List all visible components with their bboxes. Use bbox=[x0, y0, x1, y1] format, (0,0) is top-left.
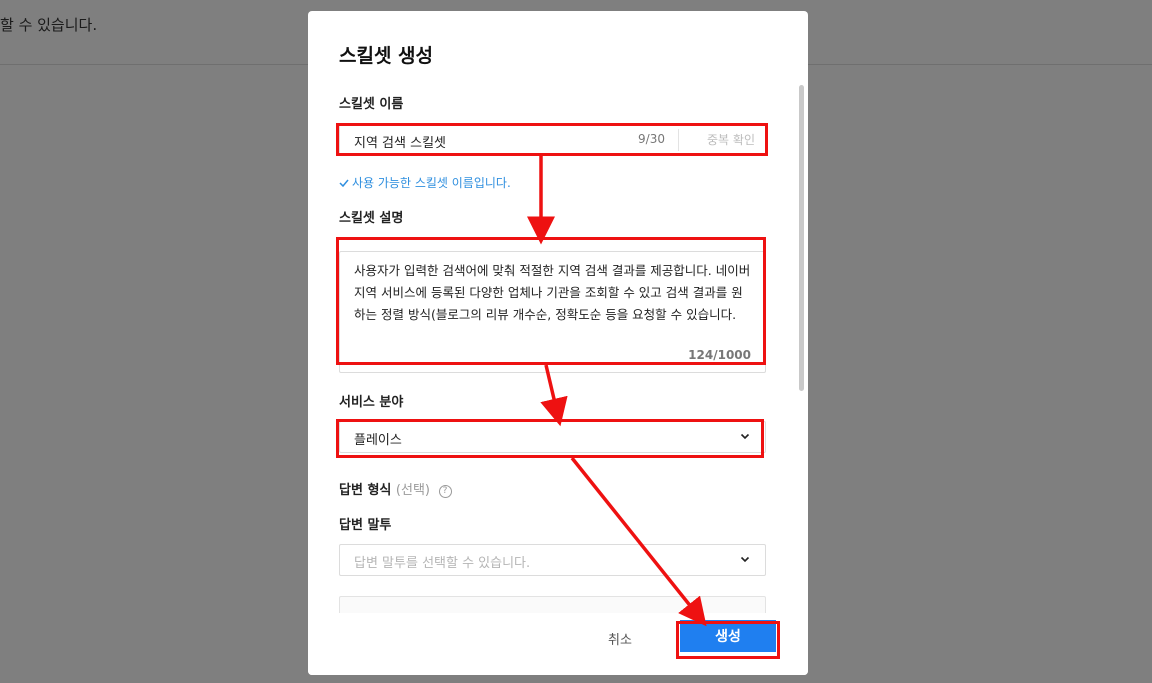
optional-label: (선택) bbox=[395, 483, 430, 498]
service-area-select[interactable]: 플레이스 bbox=[339, 421, 766, 453]
cancel-button[interactable]: 취소 bbox=[608, 629, 632, 648]
service-area-label: 서비스 분야 bbox=[339, 395, 404, 410]
modal-footer: 취소 생성 bbox=[308, 613, 808, 675]
answer-format-title: 답변 형식 bbox=[339, 483, 392, 498]
create-skillset-modal: 스킬셋 생성 스킬셋 이름 지역 검색 스킬셋 9/30 중복 확인 사용 가능… bbox=[308, 11, 808, 675]
answer-detail-textarea[interactable] bbox=[339, 596, 766, 613]
modal-title: 스킬셋 생성 bbox=[339, 45, 434, 67]
help-icon[interactable]: ? bbox=[438, 485, 452, 498]
skillset-desc-label: 스킬셋 설명 bbox=[339, 211, 404, 226]
background-page-text: 할 수 있습니다. bbox=[0, 16, 98, 34]
chevron-down-icon bbox=[740, 556, 750, 563]
name-available-text: 사용 가능한 스킬셋 이름입니다. bbox=[352, 176, 511, 190]
skillset-name-counter: 9/30 bbox=[638, 132, 665, 146]
skillset-desc-counter: 124/1000 bbox=[688, 348, 751, 362]
answer-tone-label: 답변 말투 bbox=[339, 518, 392, 533]
name-available-message: 사용 가능한 스킬셋 이름입니다. bbox=[339, 174, 511, 191]
duplicate-check-button[interactable]: 중복 확인 bbox=[707, 131, 755, 148]
skillset-desc-value: 사용자가 입력한 검색어에 맞춰 적절한 지역 검색 결과를 제공합니다. 네이… bbox=[354, 263, 751, 322]
skillset-name-label: 스킬셋 이름 bbox=[339, 97, 404, 112]
service-area-value: 플레이스 bbox=[354, 433, 402, 448]
create-button[interactable]: 생성 bbox=[680, 620, 776, 652]
answer-tone-placeholder: 답변 말투를 선택할 수 있습니다. bbox=[354, 556, 531, 571]
check-icon bbox=[339, 179, 349, 188]
modal-form: 스킬셋 이름 지역 검색 스킬셋 9/30 중복 확인 사용 가능한 스킬셋 이… bbox=[308, 81, 808, 613]
answer-tone-select[interactable]: 답변 말투를 선택할 수 있습니다. bbox=[339, 544, 766, 576]
chevron-down-icon bbox=[740, 433, 750, 440]
input-divider bbox=[678, 129, 679, 151]
skillset-desc-textarea[interactable]: 사용자가 입력한 검색어에 맞춰 적절한 지역 검색 결과를 제공합니다. 네이… bbox=[339, 251, 766, 373]
skillset-name-value: 지역 검색 스킬셋 bbox=[354, 136, 446, 151]
skillset-name-input[interactable]: 지역 검색 스킬셋 9/30 중복 확인 bbox=[339, 124, 766, 156]
answer-format-label: 답변 형식 (선택) ? bbox=[339, 479, 452, 498]
